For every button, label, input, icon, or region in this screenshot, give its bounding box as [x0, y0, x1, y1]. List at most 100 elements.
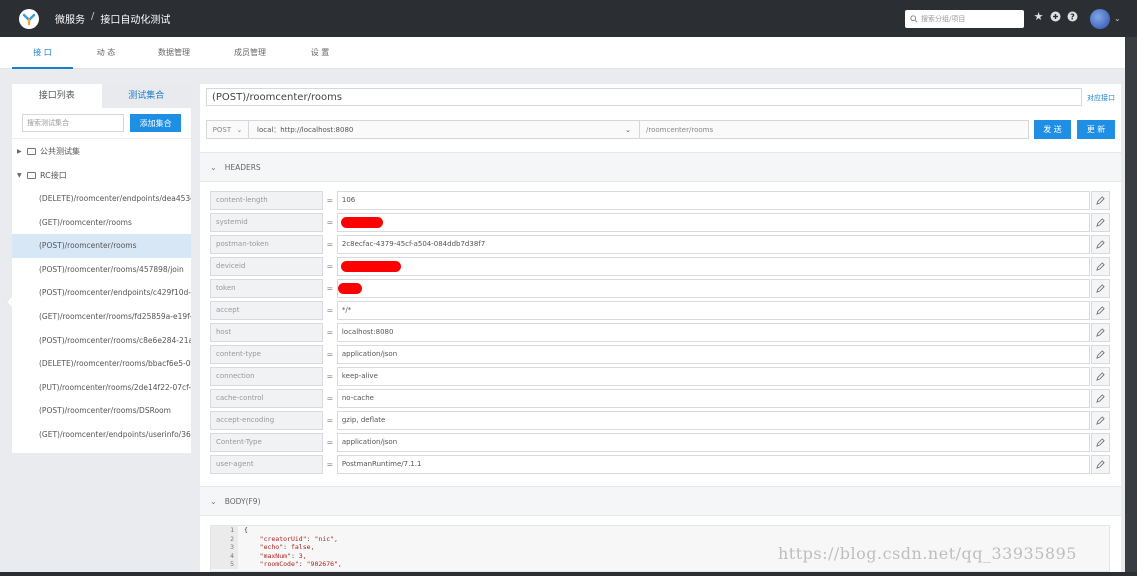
tab-test-collection[interactable]: 测试集合	[101, 84, 191, 108]
edit-icon[interactable]	[1091, 389, 1110, 408]
tab-member-management[interactable]: 成员管理	[224, 37, 276, 69]
help-icon[interactable]: ?	[1067, 11, 1078, 22]
header-key[interactable]: cache-control	[210, 389, 323, 408]
header-key[interactable]: systemid	[210, 213, 323, 232]
top-search-input[interactable]	[921, 15, 1021, 23]
edit-icon[interactable]	[1091, 411, 1110, 430]
header-value[interactable]: 20	[336, 257, 1091, 276]
headers-section-header[interactable]: ⌄ HEADERS	[200, 152, 1121, 182]
header-value[interactable]: gzip, deflate	[336, 411, 1091, 430]
header-key[interactable]: deviceid	[210, 257, 323, 276]
header-value[interactable]	[336, 279, 1091, 298]
env-select[interactable]: local：http://localhost:8080 ⌄	[249, 121, 640, 138]
header-key[interactable]: accept-encoding	[210, 411, 323, 430]
header-value-text: localhost:8080	[341, 328, 394, 336]
equals-sign: =	[326, 350, 334, 359]
header-value[interactable]: localhost:8080	[336, 323, 1091, 342]
header-key[interactable]: content-length	[210, 191, 323, 210]
equals-sign: =	[326, 284, 334, 293]
collection-item[interactable]: (POST)/roomcenter/rooms/c8e6e284-21a0	[12, 329, 191, 353]
collection-search-input[interactable]	[22, 114, 125, 132]
chevron-left-icon[interactable]	[6, 285, 28, 319]
header-key[interactable]: postman-token	[210, 235, 323, 254]
header-value[interactable]: keep-alive	[336, 367, 1091, 386]
header-key[interactable]: user-agent	[210, 455, 323, 474]
collection-item[interactable]: (GET)/roomcenter/rooms/fd25859a-e19f-4	[12, 305, 191, 329]
update-button[interactable]: 更 新	[1077, 120, 1115, 139]
tab-interface-list[interactable]: 接口列表	[12, 84, 102, 108]
edit-icon[interactable]	[1091, 345, 1110, 364]
header-row: postman-token = 2c8ecfac-4379-45cf-a504-08…	[210, 235, 1110, 254]
add-collection-button[interactable]: 添加集合	[130, 114, 181, 132]
header-key[interactable]: Content-Type	[210, 433, 323, 452]
window-scrollbar[interactable]	[1125, 37, 1137, 572]
header-value[interactable]: 106	[336, 191, 1091, 210]
tab-settings[interactable]: 设 置	[300, 37, 340, 69]
collection-item[interactable]: (GET)/roomcenter/rooms	[12, 211, 191, 235]
top-search[interactable]	[905, 10, 1024, 28]
header-value-text: gzip, deflate	[341, 416, 386, 424]
collection-item[interactable]: (DELETE)/roomcenter/rooms/bbacf6e5-0f1	[12, 352, 191, 376]
body-section-header[interactable]: ⌄ BODY(F9)	[200, 486, 1121, 516]
header-key[interactable]: token	[210, 279, 323, 298]
edit-icon[interactable]	[1091, 367, 1110, 386]
tab-data-management[interactable]: 数据管理	[148, 37, 200, 69]
logo-icon	[22, 13, 36, 25]
bottom-bar	[0, 572, 1137, 576]
plus-circle-icon[interactable]	[1050, 11, 1061, 22]
avatar[interactable]	[1090, 9, 1110, 29]
collection-item[interactable]: (POST)/roomcenter/rooms/DSRoom	[12, 399, 191, 423]
tab-activity[interactable]: 动 态	[84, 37, 128, 69]
header-key[interactable]: accept	[210, 301, 323, 320]
header-value[interactable]: */*	[336, 301, 1091, 320]
header-value[interactable]: 2c8ecfac-4379-45cf-a504-084ddb7d38f7	[336, 235, 1091, 254]
collection-item[interactable]: (GET)/roomcenter/endpoints/userinfo/36ai	[12, 423, 191, 447]
header-row: host = localhost:8080	[210, 323, 1110, 342]
equals-sign: =	[326, 328, 334, 337]
line-number: 3	[211, 543, 238, 552]
body-title: BODY(F9)	[224, 496, 261, 506]
code-text: "maxNum": 3,	[259, 551, 307, 560]
method-select[interactable]: POST ⌄	[207, 121, 249, 138]
header-value-text: PostmanRuntime/7.1.1	[341, 460, 422, 468]
edit-icon[interactable]	[1091, 433, 1110, 452]
header-value[interactable]: PostmanRuntime/7.1.1	[336, 455, 1091, 474]
app-logo[interactable]	[19, 8, 39, 29]
header-key[interactable]: host	[210, 323, 323, 342]
edit-icon[interactable]	[1091, 213, 1110, 232]
breadcrumb-group[interactable]: 微服务	[55, 11, 85, 26]
case-name-input[interactable]	[206, 88, 1082, 106]
header-value[interactable]: application/json	[336, 433, 1091, 452]
edit-icon[interactable]	[1091, 455, 1110, 474]
tab-interface[interactable]: 接 口	[12, 37, 73, 69]
folder-open-icon	[27, 171, 36, 179]
edit-icon[interactable]	[1091, 191, 1110, 210]
header-key[interactable]: connection	[210, 367, 323, 386]
folder-rc[interactable]: ▼ RC接口	[12, 163, 191, 187]
collection-item[interactable]: (PUT)/roomcenter/rooms/2de14f22-07cf-4	[12, 376, 191, 400]
edit-icon[interactable]	[1091, 301, 1110, 320]
folder-label: RC接口	[40, 170, 67, 180]
star-icon[interactable]: ★	[1033, 11, 1044, 22]
linked-interface-link[interactable]: 对应接口	[1087, 93, 1115, 103]
send-button[interactable]: 发 送	[1034, 120, 1071, 139]
edit-icon[interactable]	[1091, 257, 1110, 276]
header-value[interactable]: application/json	[336, 345, 1091, 364]
collection-item[interactable]: (POST)/roomcenter/endpoints/c429f10d-7	[12, 281, 191, 305]
header-value-text: 106	[341, 196, 356, 204]
line-number: 5	[211, 560, 238, 569]
header-key[interactable]: content-type	[210, 345, 323, 364]
header-value[interactable]: no-cache	[336, 389, 1091, 408]
edit-icon[interactable]	[1091, 279, 1110, 298]
header-value[interactable]	[336, 213, 1091, 232]
equals-sign: =	[326, 460, 334, 469]
chevron-down-icon[interactable]: ⌄	[1114, 14, 1121, 23]
collection-item[interactable]: (POST)/roomcenter/rooms/457898/join	[12, 258, 191, 282]
edit-icon[interactable]	[1091, 235, 1110, 254]
folder-public[interactable]: ▶ 公共测试集	[12, 139, 191, 163]
breadcrumb-project[interactable]: 接口自动化测试	[100, 11, 170, 26]
header-row: Content-Type = application/json	[210, 433, 1110, 452]
collection-item[interactable]: (DELETE)/roomcenter/endpoints/dea453e9	[12, 187, 191, 211]
collection-item[interactable]: (POST)/roomcenter/rooms	[12, 234, 191, 258]
edit-icon[interactable]	[1091, 323, 1110, 342]
